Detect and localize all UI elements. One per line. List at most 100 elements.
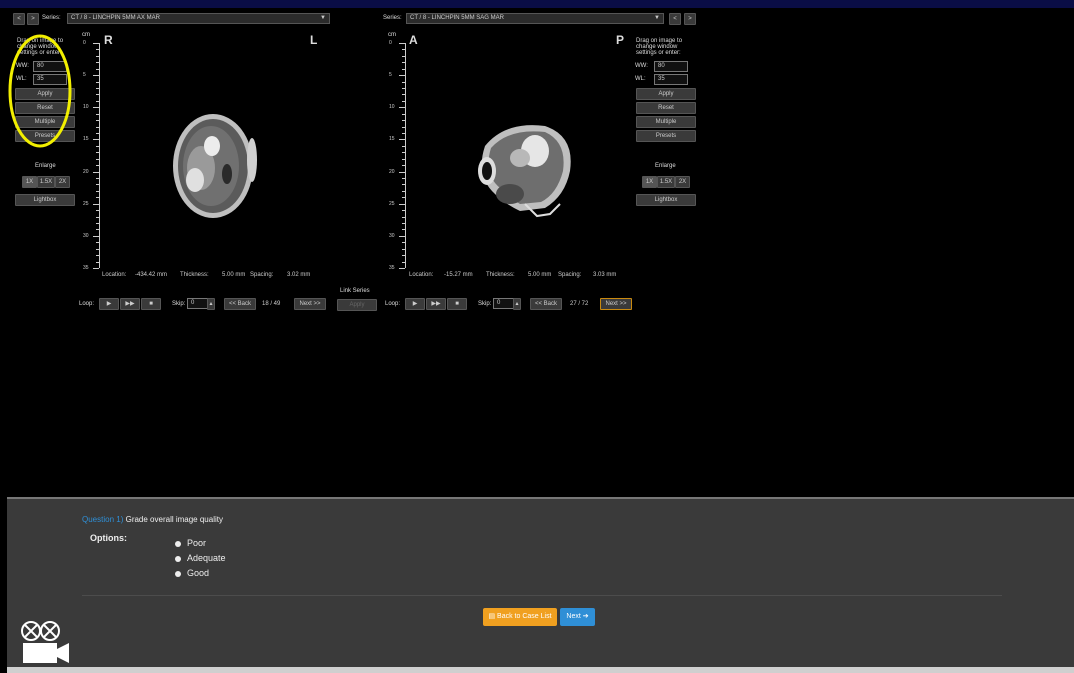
ruler-tick-label: 20 — [389, 169, 395, 175]
right-skip-input[interactable]: 0 — [493, 298, 515, 309]
right-enlarge-1x[interactable]: 1X — [642, 176, 657, 188]
left-enlarge-2x[interactable]: 2X — [55, 176, 70, 188]
sagittal-ct-image[interactable] — [465, 116, 580, 221]
ruler-tick — [93, 107, 99, 108]
right-lightbox-button[interactable]: Lightbox — [636, 194, 696, 206]
ruler-tick — [96, 127, 99, 128]
option-poor[interactable]: Poor — [175, 538, 206, 548]
left-series-label: Series: — [42, 15, 61, 21]
left-prev-series-button[interactable]: < — [13, 13, 25, 25]
left-series-value: CT / 8 - LINCHPIN 5MM AX MAR — [71, 15, 160, 21]
right-fast-forward-button[interactable]: ▶▶ — [426, 298, 446, 310]
ruler-tick — [93, 75, 99, 76]
ruler-tick-label: 0 — [389, 40, 392, 46]
ruler-tick — [96, 62, 99, 63]
right-next-button[interactable]: Next >> — [600, 298, 632, 310]
option-good[interactable]: Good — [175, 568, 209, 578]
left-orient-left: R — [104, 33, 113, 47]
back-to-case-list-button[interactable]: ▤ Back to Case List — [483, 608, 557, 626]
left-stop-button[interactable]: ■ — [141, 298, 161, 310]
right-presets-button[interactable]: Presets — [636, 130, 696, 142]
ruler-tick-label: 10 — [83, 104, 89, 110]
option-label: Poor — [187, 538, 207, 548]
right-ww-input[interactable]: 80 — [654, 61, 688, 72]
ruler-tick — [96, 242, 99, 243]
ruler-tick-label: 5 — [389, 72, 392, 78]
right-enlarge-label: Enlarge — [655, 163, 676, 169]
left-fast-forward-button[interactable]: ▶▶ — [120, 298, 140, 310]
right-frame-counter: 27 / 72 — [570, 301, 589, 307]
ruler-tick — [96, 191, 99, 192]
right-enlarge-1-5x[interactable]: 1.5X — [657, 176, 675, 188]
right-prev-series-button[interactable]: < — [669, 13, 681, 25]
left-thickness-label: Thickness: — [180, 272, 209, 278]
chevron-down-icon: ▼ — [320, 15, 326, 21]
right-stop-button[interactable]: ■ — [447, 298, 467, 310]
left-series-select[interactable]: CT / 8 - LINCHPIN 5MM AX MAR ▼ — [67, 13, 330, 24]
ruler-tick — [96, 223, 99, 224]
ruler-tick — [96, 88, 99, 89]
list-icon: ▤ — [488, 613, 498, 620]
left-play-button[interactable]: ▶ — [99, 298, 119, 310]
ruler-tick — [402, 88, 405, 89]
right-multiple-button[interactable]: Multiple — [636, 116, 696, 128]
left-skip-stepper[interactable]: ▴ — [207, 298, 215, 310]
ruler-tick-label: 15 — [389, 136, 395, 142]
left-skip-input[interactable]: 0 — [187, 298, 209, 309]
ruler-tick — [96, 229, 99, 230]
left-lightbox-button[interactable]: Lightbox — [15, 194, 75, 206]
ruler-tick-label: 0 — [83, 40, 86, 46]
left-enlarge-1x[interactable]: 1X — [22, 176, 37, 188]
ruler-tick — [402, 197, 405, 198]
ruler-tick — [402, 184, 405, 185]
ruler-tick — [402, 165, 405, 166]
ruler-tick — [96, 82, 99, 83]
right-enlarge-2x[interactable]: 2X — [675, 176, 690, 188]
ruler-tick-label: 30 — [83, 233, 89, 239]
right-ruler-unit: cm — [388, 32, 396, 38]
highlight-ellipse — [8, 34, 72, 148]
left-orient-right: L — [310, 33, 318, 47]
right-skip-stepper[interactable]: ▴ — [513, 298, 521, 310]
ruler-tick — [402, 262, 405, 263]
left-back-button[interactable]: << Back — [224, 298, 256, 310]
link-series-apply-button[interactable]: Apply — [337, 299, 377, 311]
left-next-series-button[interactable]: > — [27, 13, 39, 25]
right-play-button[interactable]: ▶ — [405, 298, 425, 310]
ruler-tick — [96, 217, 99, 218]
left-enlarge-label: Enlarge — [35, 163, 56, 169]
option-label: Good — [187, 568, 210, 578]
next-button[interactable]: Next ➔ — [560, 608, 595, 626]
ruler-tick — [93, 172, 99, 173]
left-next-button[interactable]: Next >> — [294, 298, 326, 310]
right-apply-button[interactable]: Apply — [636, 88, 696, 100]
ruler-tick-label: 30 — [389, 233, 395, 239]
ruler-tick — [96, 49, 99, 50]
ruler-tick — [402, 120, 405, 121]
option-adequate[interactable]: Adequate — [175, 553, 226, 563]
ruler-tick-label: 35 — [83, 265, 89, 271]
ruler-tick — [402, 152, 405, 153]
ruler-tick — [96, 159, 99, 160]
right-series-select[interactable]: CT / 8 - LINCHPIN 5MM SAG MAR ▼ — [406, 13, 664, 24]
left-location-value: -434.42 mm — [135, 272, 168, 278]
left-enlarge-1-5x[interactable]: 1.5X — [37, 176, 55, 188]
right-reset-button[interactable]: Reset — [636, 102, 696, 114]
ruler-tick — [399, 268, 405, 269]
question-heading: Question 1) Grade overall image quality — [82, 515, 223, 524]
ruler-tick — [399, 107, 405, 108]
right-back-button[interactable]: << Back — [530, 298, 562, 310]
ruler-tick — [402, 114, 405, 115]
right-series-value: CT / 8 - LINCHPIN 5MM SAG MAR — [410, 15, 504, 21]
arrow-right-circle-icon: ➔ — [580, 613, 589, 620]
right-series-label: Series: — [383, 15, 402, 21]
video-camera-icon — [21, 621, 69, 663]
right-next-series-button[interactable]: > — [684, 13, 696, 25]
right-wl-input[interactable]: 35 — [654, 74, 688, 85]
ruler-tick — [402, 69, 405, 70]
axial-ct-image[interactable] — [167, 108, 267, 228]
ruler-tick — [96, 178, 99, 179]
option-label: Adequate — [187, 553, 226, 563]
right-spacing-label: Spacing: — [558, 272, 582, 278]
left-spacing-label: Spacing: — [250, 272, 274, 278]
